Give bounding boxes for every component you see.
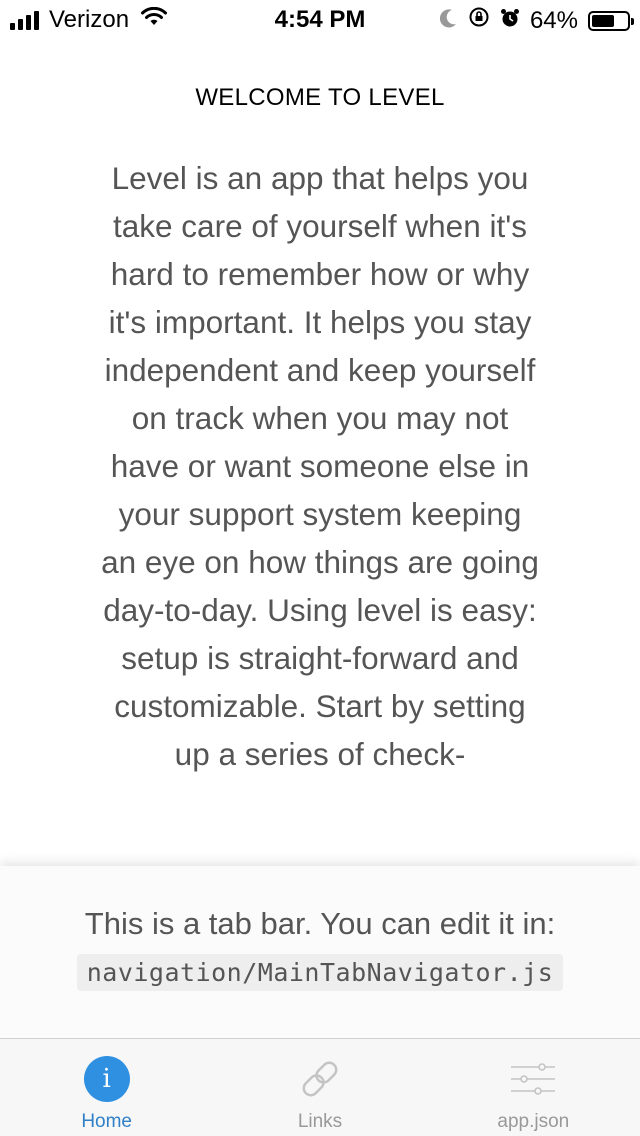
tab-app-json[interactable]: app.json <box>427 1039 640 1136</box>
screen: Verizon 4:54 PM 64% WELCOME TO LEVEL Lev… <box>0 0 640 1136</box>
intro-text: Level is an app that helps you take care… <box>101 160 539 772</box>
tab-app-json-label: app.json <box>497 1111 570 1132</box>
tab-links[interactable]: Links <box>213 1039 426 1136</box>
alarm-icon <box>500 7 520 35</box>
tab-bar-info: This is a tab bar. You can edit it in: n… <box>0 866 640 1038</box>
options-icon <box>508 1051 558 1107</box>
status-bar: Verizon 4:54 PM 64% <box>0 0 640 40</box>
battery-icon <box>588 10 634 31</box>
tab-bar-info-text: This is a tab bar. You can edit it in: <box>84 906 556 941</box>
navigator-file-path: navigation/MainTabNavigator.js <box>76 954 564 991</box>
battery-percent: 64% <box>529 6 578 34</box>
welcome-screen: WELCOME TO LEVEL Level is an app that he… <box>0 40 640 870</box>
orientation-lock-icon <box>468 6 490 35</box>
tab-links-label: Links <box>297 1111 343 1132</box>
info-icon: i <box>83 1051 130 1107</box>
page-title: WELCOME TO LEVEL <box>195 84 445 111</box>
moon-icon <box>439 7 458 35</box>
status-right: 64% <box>439 6 634 35</box>
tab-home[interactable]: i Home <box>0 1039 213 1136</box>
tab-navigator: i Home Links app.json <box>0 1038 640 1136</box>
link-icon <box>297 1051 343 1107</box>
battery-fill <box>592 14 614 27</box>
tab-home-label: Home <box>81 1111 132 1132</box>
